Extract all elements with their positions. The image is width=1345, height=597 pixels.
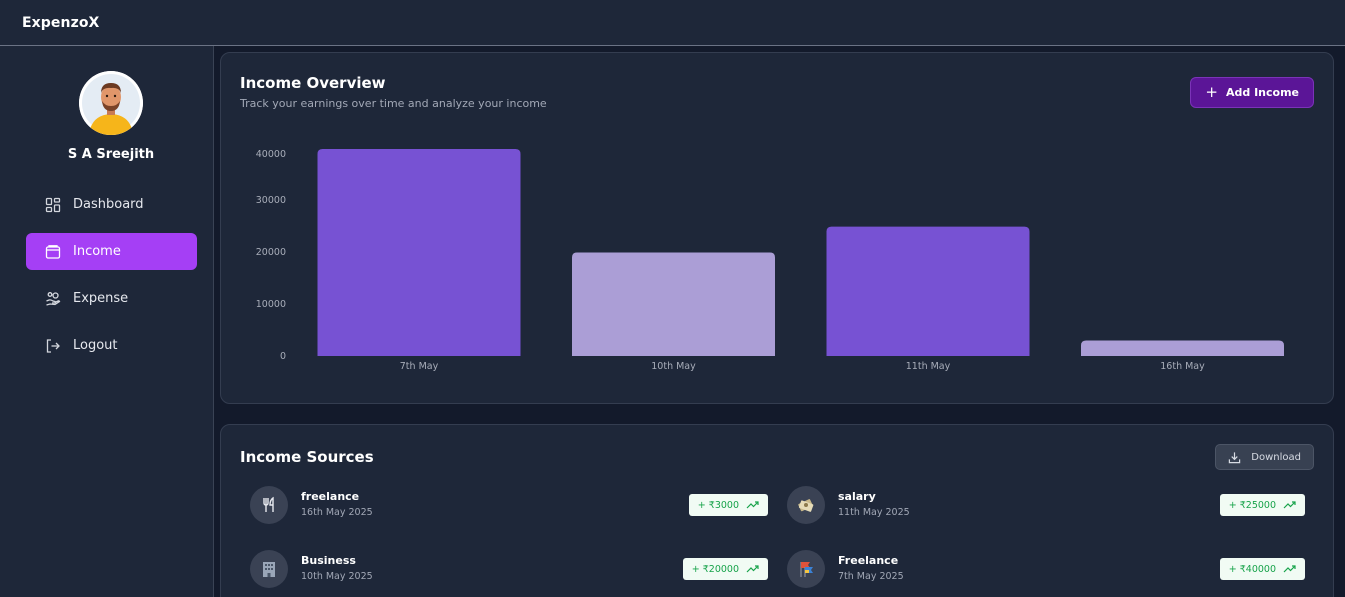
flags-icon xyxy=(787,550,825,588)
avatar xyxy=(79,71,143,135)
source-date: 11th May 2025 xyxy=(838,507,910,518)
sidebar: S A Sreejith Dashboard Income Expense Lo… xyxy=(0,46,214,597)
source-name: freelance xyxy=(301,490,360,503)
sidebar-item-label: Expense xyxy=(73,291,129,306)
y-tick-label: 40000 xyxy=(256,149,286,160)
trend-up-icon xyxy=(1283,565,1296,573)
app-logo[interactable]: ExpenzoX xyxy=(22,15,99,31)
sidebar-item-label: Logout xyxy=(73,338,118,353)
download-button[interactable]: Download xyxy=(1215,444,1314,470)
sidebar-item-label: Dashboard xyxy=(73,197,144,212)
y-tick-label: 20000 xyxy=(256,247,286,258)
source-name: Business xyxy=(301,554,356,567)
y-tick-label: 30000 xyxy=(256,195,286,206)
amount-badge: + ₹25000 xyxy=(1219,494,1305,516)
download-icon xyxy=(1229,451,1241,463)
dashboard-grid-icon xyxy=(45,197,61,213)
source-date: 16th May 2025 xyxy=(301,507,373,518)
list-item[interactable]: salary 11th May 2025 + ₹25000 xyxy=(787,486,1305,526)
income-bar-chart: 0 10000 20000 30000 40000 7th May 10th May 11th… xyxy=(256,149,1284,372)
list-item[interactable]: freelance 16th May 2025 + ₹3000 xyxy=(250,486,768,526)
sidebar-item-expense[interactable]: Expense xyxy=(26,280,197,317)
money-icon xyxy=(787,486,825,524)
sources-title: Income Sources xyxy=(240,448,374,466)
source-date: 7th May 2025 xyxy=(838,571,904,582)
bar-1[interactable] xyxy=(572,252,775,357)
source-name: Freelance xyxy=(838,554,899,567)
bar-0[interactable] xyxy=(317,149,521,356)
x-tick-label: 10th May xyxy=(651,361,696,372)
fork-knife-icon xyxy=(250,486,288,524)
sidebar-item-income[interactable]: Income xyxy=(26,233,197,270)
download-label: Download xyxy=(1251,451,1301,463)
amount-badge: + ₹20000 xyxy=(682,558,768,580)
amount-text: + ₹40000 xyxy=(1228,563,1276,575)
income-overview-card: Income Overview Track your earnings over… xyxy=(220,52,1334,404)
amount-badge: + ₹3000 xyxy=(688,494,768,516)
x-tick-label: 11th May xyxy=(906,361,951,372)
y-tick-label: 10000 xyxy=(256,299,286,310)
source-name: salary xyxy=(838,490,876,503)
income-sources-card: Income Sources Download freelance 16th M… xyxy=(220,424,1334,597)
amount-text: + ₹3000 xyxy=(697,499,739,511)
source-date: 10th May 2025 xyxy=(301,571,373,582)
x-tick-label: 7th May xyxy=(400,361,439,372)
office-building-icon xyxy=(250,550,288,588)
sidebar-item-label: Income xyxy=(73,244,121,259)
list-item[interactable]: Business 10th May 2025 + ₹20000 xyxy=(250,550,768,590)
logout-icon xyxy=(45,338,61,354)
x-tick-label: 16th May xyxy=(1160,361,1205,372)
amount-text: + ₹25000 xyxy=(1228,499,1276,511)
sidebar-item-logout[interactable]: Logout xyxy=(26,327,197,364)
sidebar-item-dashboard[interactable]: Dashboard xyxy=(26,186,197,223)
top-bar: ExpenzoX xyxy=(0,0,1345,46)
user-avatar-icon xyxy=(79,71,143,135)
amount-text: + ₹20000 xyxy=(691,563,739,575)
y-tick-label: 0 xyxy=(280,351,286,362)
bar-3[interactable] xyxy=(1081,340,1284,356)
user-name: S A Sreejith xyxy=(67,147,155,162)
wallet-icon xyxy=(45,244,61,260)
hand-coins-icon xyxy=(45,291,61,307)
amount-badge: + ₹40000 xyxy=(1219,558,1305,580)
trend-up-icon xyxy=(1283,501,1296,509)
list-item[interactable]: Freelance 7th May 2025 + ₹40000 xyxy=(787,550,1305,590)
bar-2[interactable] xyxy=(826,226,1030,356)
trend-up-icon xyxy=(746,501,759,509)
trend-up-icon xyxy=(746,565,759,573)
